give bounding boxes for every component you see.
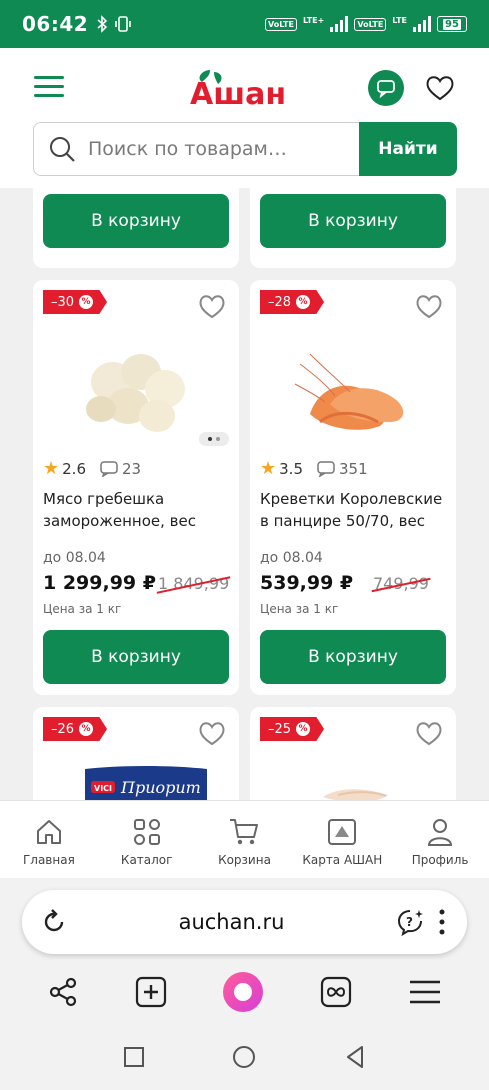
product-title[interactable]: Мясо гребешка замороженное, вес	[43, 488, 233, 532]
bottom-navigation: Главная Каталог Корзина Карта АШАН Профи…	[0, 800, 489, 878]
new-tab-icon[interactable]	[134, 975, 168, 1009]
signal-icon-2	[413, 16, 431, 32]
current-price: 1 299,99 ₽	[43, 572, 156, 594]
nav-cart[interactable]: Корзина	[196, 801, 294, 878]
recent-apps-icon[interactable]	[123, 1046, 145, 1068]
product-card[interactable]: –28% ★ 3.5 351 Креветки Королевские в па…	[250, 280, 456, 695]
tabs-icon[interactable]	[319, 975, 353, 1009]
chat-icon	[377, 80, 395, 98]
search-field[interactable]	[33, 122, 359, 176]
add-to-cart-button[interactable]: В корзину	[43, 194, 229, 248]
assistant-help-icon[interactable]: ?	[395, 907, 425, 937]
discount-badge: –25%	[260, 717, 325, 741]
rating: ★ 3.5 351	[260, 458, 368, 479]
product-image-shrimp[interactable]	[290, 334, 420, 444]
nav-profile[interactable]: Профиль	[391, 801, 489, 878]
loyalty-card-icon	[328, 819, 357, 845]
menu-icon[interactable]	[34, 76, 64, 98]
signal-icon	[330, 16, 349, 32]
svg-text:VICI: VICI	[94, 784, 112, 793]
battery-icon: 95	[437, 16, 467, 32]
home-icon	[36, 820, 61, 844]
reviews-count[interactable]: 351	[317, 460, 368, 478]
status-time: 06:42	[22, 12, 89, 36]
svg-text:?: ?	[406, 915, 413, 929]
favorite-heart-icon[interactable]	[414, 292, 444, 320]
discount-badge: –26%	[43, 717, 108, 741]
product-grid[interactable]: В корзину В корзину –30% ★ 2.6 23 Мясо г…	[0, 188, 489, 800]
browser-area: auchan.ru ?	[0, 878, 489, 960]
logo-text: Ашан	[190, 77, 286, 108]
unit-price-label: Цена за 1 кг	[260, 602, 339, 616]
profile-icon	[428, 819, 453, 846]
discount-badge: –30%	[43, 290, 108, 314]
back-icon[interactable]	[344, 1045, 366, 1069]
volte-badge-2: VoLTE	[354, 17, 387, 31]
system-navigation	[0, 1024, 489, 1090]
product-card-partial: В корзину	[250, 188, 456, 268]
svg-text:Приорит: Приорит	[120, 778, 201, 797]
product-image-package[interactable]: VICI Приорит	[81, 763, 211, 800]
add-to-cart-button[interactable]: В корзину	[260, 630, 446, 684]
search-input[interactable]	[88, 138, 348, 160]
star-icon: ★	[260, 458, 277, 479]
share-icon[interactable]	[47, 976, 79, 1008]
url-text[interactable]: auchan.ru	[68, 910, 395, 934]
product-card[interactable]: –30% ★ 2.6 23 Мясо гребешка замороженное…	[33, 280, 239, 695]
add-to-cart-button[interactable]: В корзину	[260, 194, 446, 248]
reviews-count[interactable]: 23	[100, 460, 141, 478]
comment-icon	[100, 460, 118, 477]
old-price: 749,99	[373, 574, 429, 593]
cart-icon	[230, 819, 259, 845]
favorite-heart-icon[interactable]	[197, 719, 227, 747]
product-card[interactable]: –26% VICI Приорит	[33, 707, 239, 800]
product-card-partial: В корзину	[33, 188, 239, 268]
star-icon: ★	[43, 458, 60, 479]
favorite-heart-icon[interactable]	[414, 719, 444, 747]
hamburger-menu-icon[interactable]	[408, 979, 442, 1005]
favorites-heart-icon[interactable]	[424, 72, 456, 104]
product-title[interactable]: Креветки Королевские в панцире 50/70, ве…	[260, 488, 450, 532]
unit-price-label: Цена за 1 кг	[43, 602, 122, 616]
volte-badge: VoLTE	[264, 17, 297, 31]
favorite-heart-icon[interactable]	[197, 292, 227, 320]
product-card[interactable]: –25%	[250, 707, 456, 800]
browser-toolbar	[0, 960, 489, 1024]
auchan-logo[interactable]: Ашан	[188, 68, 303, 108]
rating: ★ 2.6 23	[43, 458, 142, 479]
search-bar: Найти	[33, 122, 457, 176]
reload-icon[interactable]	[40, 908, 68, 936]
promo-until: до 08.04	[43, 550, 106, 566]
product-image-scallops[interactable]	[73, 334, 203, 444]
product-image-shrimp-peeled[interactable]	[318, 783, 398, 800]
promo-until: до 08.04	[260, 550, 323, 566]
more-menu-icon[interactable]	[439, 909, 445, 935]
vibrate-icon	[115, 16, 131, 32]
nav-home[interactable]: Главная	[0, 801, 98, 878]
discount-badge: –28%	[260, 290, 325, 314]
chat-button[interactable]	[368, 70, 404, 106]
bluetooth-icon	[97, 15, 108, 33]
search-button[interactable]: Найти	[359, 122, 457, 176]
status-bar: 06:42 VoLTE LTE+ VoLTE LTE 95	[0, 0, 489, 48]
catalog-icon	[133, 819, 160, 845]
home-button-icon[interactable]	[231, 1044, 257, 1070]
browser-url-bar[interactable]: auchan.ru ?	[22, 890, 467, 954]
comment-icon	[317, 460, 335, 477]
add-to-cart-button[interactable]: В корзину	[43, 630, 229, 684]
app-header: Ашан Найти	[0, 48, 489, 188]
old-price: 1 849,99	[158, 574, 230, 593]
image-pager[interactable]	[199, 432, 229, 446]
search-icon	[50, 137, 75, 162]
nav-catalog[interactable]: Каталог	[98, 801, 196, 878]
current-price: 539,99 ₽	[260, 572, 354, 594]
alice-assistant-icon[interactable]	[222, 971, 264, 1013]
nav-loyalty-card[interactable]: Карта АШАН	[293, 801, 391, 878]
